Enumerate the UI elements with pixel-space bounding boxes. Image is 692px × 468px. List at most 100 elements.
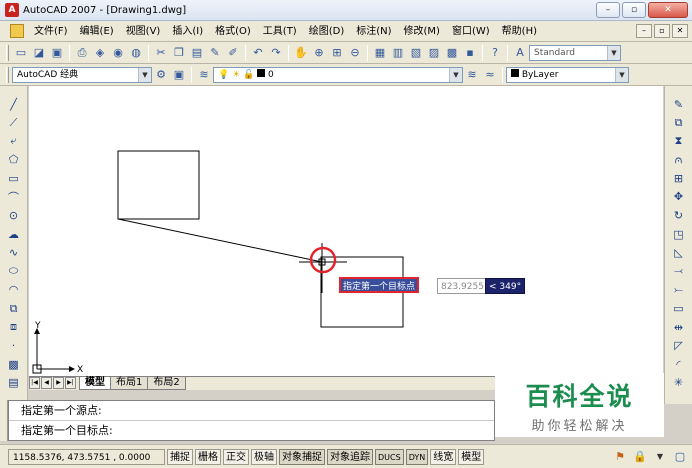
plot-icon[interactable]: ◍: [128, 45, 144, 61]
workspace-select[interactable]: AutoCAD 经典 ▼: [12, 66, 152, 83]
fillet-icon[interactable]: ◜: [671, 356, 687, 372]
offset-icon[interactable]: ⩀: [671, 152, 687, 168]
dynamic-input-length[interactable]: 823.9255: [437, 278, 488, 294]
make-block-icon[interactable]: ⧈: [6, 319, 22, 335]
tab-layout1[interactable]: 布局1: [110, 377, 149, 390]
publish-icon[interactable]: ◉: [110, 45, 126, 61]
chevron-down-icon[interactable]: ▼: [607, 45, 620, 60]
chevron-down-icon[interactable]: ▼: [615, 67, 628, 82]
osnap-toggle[interactable]: 对象捕捉: [279, 448, 325, 465]
otrack-toggle[interactable]: 对象追踪: [327, 448, 373, 465]
layer-previous-icon[interactable]: ≈: [482, 67, 498, 83]
minimize-button[interactable]: –: [596, 2, 620, 18]
document-icon[interactable]: [10, 24, 24, 38]
workspace-settings-icon[interactable]: ⚙: [153, 67, 169, 83]
grid-toggle[interactable]: 栅格: [195, 448, 221, 465]
menu-tools[interactable]: 工具(T): [257, 22, 303, 41]
text-style-icon[interactable]: A: [512, 45, 528, 61]
calculator-icon[interactable]: ▪: [462, 45, 478, 61]
explode-icon[interactable]: ✳: [671, 375, 687, 391]
menu-format[interactable]: 格式(O): [209, 22, 257, 41]
command-line-grip[interactable]: [0, 400, 8, 441]
open-icon[interactable]: ◪: [31, 45, 47, 61]
maximize-button[interactable]: ▫: [622, 2, 646, 18]
polyline-icon[interactable]: ⤶: [6, 133, 22, 149]
doc-minimize-button[interactable]: –: [636, 24, 652, 38]
menu-view[interactable]: 视图(V): [120, 22, 167, 41]
copy-object-icon[interactable]: ⧉: [671, 115, 687, 131]
make-current-layer-icon[interactable]: ≋: [464, 67, 480, 83]
erase-icon[interactable]: ✎: [671, 96, 687, 112]
help-icon[interactable]: ?: [487, 45, 503, 61]
undo-icon[interactable]: ↶: [250, 45, 266, 61]
dyn-toggle[interactable]: DYN: [405, 448, 429, 465]
command-line[interactable]: 指定第一个源点: 指定第一个目标点:: [8, 400, 495, 441]
first-tab-button[interactable]: |◀: [29, 377, 40, 389]
source-rectangle[interactable]: [117, 150, 200, 220]
doc-restore-button[interactable]: ▫: [654, 24, 670, 38]
prev-tab-button[interactable]: ◀: [41, 377, 52, 389]
menu-edit[interactable]: 编辑(E): [74, 22, 120, 41]
last-tab-button[interactable]: ▶|: [65, 377, 76, 389]
preview-icon[interactable]: ◈: [92, 45, 108, 61]
polar-toggle[interactable]: 极轴: [251, 448, 277, 465]
doc-close-button[interactable]: ✕: [672, 24, 688, 38]
match-icon[interactable]: ✎: [207, 45, 223, 61]
arc-icon[interactable]: ⌒: [6, 189, 22, 205]
sheet-set-icon[interactable]: ▨: [426, 45, 442, 61]
paste-icon[interactable]: ▤: [189, 45, 205, 61]
dynamic-input-angle[interactable]: < 349°: [485, 278, 526, 294]
ortho-toggle[interactable]: 正交: [223, 448, 249, 465]
join-icon[interactable]: ⇹: [671, 319, 687, 335]
toolbar-grip[interactable]: [6, 44, 9, 61]
cut-icon[interactable]: ✂: [153, 45, 169, 61]
model-toggle[interactable]: 模型: [458, 448, 485, 465]
toolbar-grip[interactable]: [6, 66, 9, 83]
snap-toggle[interactable]: 捕捉: [167, 448, 193, 465]
layer-select[interactable]: 💡 ☀ 🔓 0 ▼: [213, 66, 463, 83]
insert-block-icon[interactable]: ⧉: [6, 301, 22, 317]
lineweight-toggle[interactable]: 线宽: [430, 448, 457, 465]
scale-icon[interactable]: ◳: [671, 226, 687, 242]
menu-modify[interactable]: 修改(M): [398, 22, 446, 41]
rectangle-icon[interactable]: ▭: [6, 170, 22, 186]
coordinate-readout[interactable]: 1158.5376, 473.5751 , 0.0000: [8, 448, 165, 465]
workspace-save-icon[interactable]: ▣: [171, 67, 187, 83]
menu-insert[interactable]: 插入(I): [166, 22, 209, 41]
markup-icon[interactable]: ▩: [444, 45, 460, 61]
chevron-down-icon[interactable]: ▼: [449, 67, 462, 82]
spline-icon[interactable]: ∿: [6, 245, 22, 261]
copy-icon[interactable]: ❐: [171, 45, 187, 61]
mirror-icon[interactable]: ⧗: [671, 133, 687, 149]
circle-icon[interactable]: ⊙: [6, 208, 22, 224]
point-icon[interactable]: ·: [6, 338, 22, 354]
design-center-icon[interactable]: ▥: [390, 45, 406, 61]
array-icon[interactable]: ⊞: [671, 170, 687, 186]
ellipse-arc-icon[interactable]: ◠: [6, 282, 22, 298]
chevron-down-icon[interactable]: ▼: [652, 448, 668, 464]
drawing-canvas[interactable]: X Y 指定第一个目标点 823.9255 < 349°: [29, 86, 663, 376]
tool-palette-icon[interactable]: ▧: [408, 45, 424, 61]
print-icon[interactable]: ⎙: [74, 45, 90, 61]
close-button[interactable]: ✕: [648, 2, 688, 18]
brush-icon[interactable]: ✐: [225, 45, 241, 61]
next-tab-button[interactable]: ▶: [53, 377, 64, 389]
communication-center-icon[interactable]: ⚑: [612, 448, 628, 464]
hatch-icon[interactable]: ▩: [6, 356, 22, 372]
break-icon[interactable]: ▭: [671, 301, 687, 317]
revision-cloud-icon[interactable]: ☁: [6, 226, 22, 242]
construction-line-icon[interactable]: ⟋: [6, 115, 22, 131]
color-select[interactable]: ByLayer ▼: [506, 66, 629, 83]
ducs-toggle[interactable]: DUCS: [375, 448, 404, 465]
properties-icon[interactable]: ▦: [372, 45, 388, 61]
lock-icon[interactable]: 🔒: [632, 448, 648, 464]
menu-draw[interactable]: 绘图(D): [303, 22, 351, 41]
new-icon[interactable]: ▭: [13, 45, 29, 61]
extend-icon[interactable]: ⤚: [671, 282, 687, 298]
zoom-window-icon[interactable]: ⊞: [329, 45, 345, 61]
menu-file[interactable]: 文件(F): [28, 22, 74, 41]
clean-screen-icon[interactable]: ▢: [672, 448, 688, 464]
polygon-icon[interactable]: ⬠: [6, 152, 22, 168]
pan-icon[interactable]: ✋: [293, 45, 309, 61]
tab-layout2[interactable]: 布局2: [147, 377, 186, 390]
